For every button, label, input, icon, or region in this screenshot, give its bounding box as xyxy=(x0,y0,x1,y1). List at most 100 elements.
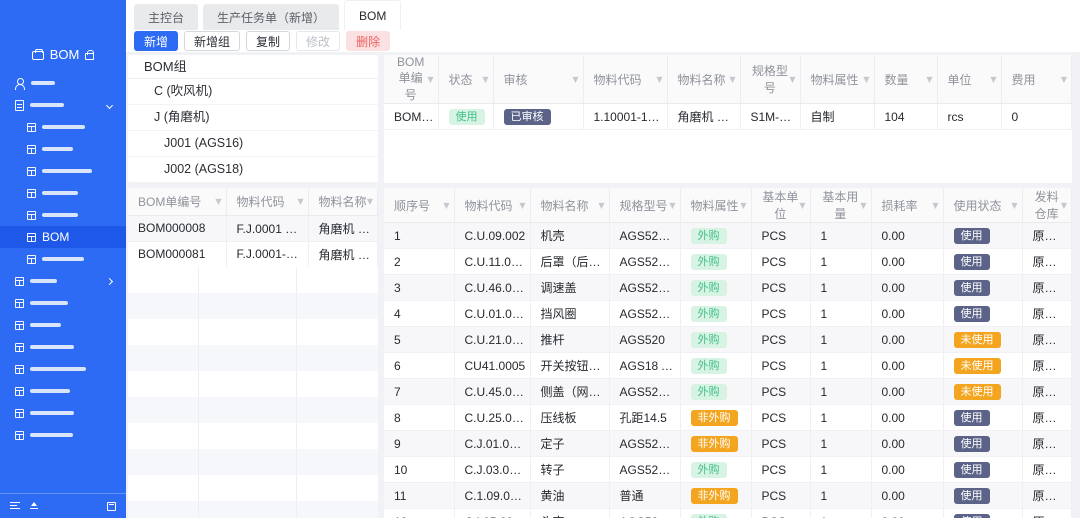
table-row[interactable]: 5 C.U.21.0005 推杆 AGS520 外购 PCS 1 0.00 未使… xyxy=(384,327,1072,353)
column-header[interactable]: BOM单编号 ▼ xyxy=(128,188,226,215)
sidebar-item[interactable] xyxy=(0,336,126,358)
filter-caret-icon[interactable]: ▼ xyxy=(1061,75,1067,84)
table-row[interactable]: BOM000081 使用 已审核 1.10001-1706-077-1 角磨机 … xyxy=(384,104,1072,130)
table-row[interactable]: 1 C.U.09.002 机壳 AGS520/DPS 外购 PCS 1 0.00… xyxy=(384,223,1072,249)
filter-caret-icon[interactable]: ▼ xyxy=(656,75,662,84)
sidebar-item[interactable] xyxy=(0,204,126,226)
table-row[interactable]: 10 C.J.03.0003 转子 AGS520-120V 外购 PCS 1 0… xyxy=(384,457,1072,483)
filter-caret-icon[interactable]: ▼ xyxy=(799,201,805,210)
filter-caret-icon[interactable]: ▼ xyxy=(926,75,932,84)
column-header[interactable]: 物料代码 ▼ xyxy=(583,55,667,104)
table-row[interactable]: 11 C.1.09.0001 黄油 普通 非外购 PCS 1 0.00 使用 原… xyxy=(384,483,1072,509)
sidebar-item[interactable] xyxy=(0,138,126,160)
collapse-menu-icon[interactable] xyxy=(10,502,20,510)
menu-icon xyxy=(15,431,24,440)
filter-caret-icon[interactable]: ▼ xyxy=(297,197,303,206)
filter-caret-icon[interactable]: ▼ xyxy=(427,75,433,84)
filter-caret-icon[interactable]: ▼ xyxy=(215,197,221,206)
filter-caret-icon[interactable]: ▼ xyxy=(860,201,866,210)
filter-caret-icon[interactable]: ▼ xyxy=(572,75,578,84)
table-row[interactable]: 6 CU41.0005 开关按钮（推杆） AGS18 AGS5 外购 PCS 1… xyxy=(384,353,1072,379)
table-row[interactable]: BOM000081 F.J.0001-1706-077-1 角磨机 AGS20 xyxy=(128,241,378,267)
bom-group-item[interactable]: J (角磨机) xyxy=(128,105,378,131)
column-header[interactable]: 审核 ▼ xyxy=(493,55,583,104)
filter-caret-icon[interactable]: ▼ xyxy=(519,201,525,210)
filter-caret-icon[interactable]: ▼ xyxy=(990,75,996,84)
sidebar-item[interactable] xyxy=(0,424,126,446)
sidebar-item[interactable] xyxy=(0,402,126,424)
filter-caret-icon[interactable]: ▼ xyxy=(740,201,746,210)
menu-icon xyxy=(15,299,24,308)
column-header[interactable]: 物料属性 ▼ xyxy=(680,188,751,223)
column-header[interactable]: 单位 ▼ xyxy=(937,55,1001,104)
filter-caret-icon[interactable]: ▼ xyxy=(669,201,675,210)
column-header[interactable]: 费用 ▼ xyxy=(1001,55,1072,104)
bom-group-item[interactable]: J002 (AGS18) xyxy=(128,157,378,183)
column-header[interactable]: 物料属性 ▼ xyxy=(800,55,874,104)
column-header[interactable]: 损耗率 ▼ xyxy=(871,188,943,223)
column-header[interactable]: 状态 ▼ xyxy=(438,55,493,104)
table-row[interactable]: 12 C.L05.0035 头壳 AGS520 521 外购 PCS 1 0.0… xyxy=(384,509,1072,518)
column-header[interactable]: 规格型号 ▼ xyxy=(609,188,680,223)
sidebar-item[interactable] xyxy=(0,314,126,336)
sidebar-item[interactable] xyxy=(0,248,126,270)
toolbar-button[interactable]: 复制 xyxy=(246,31,290,51)
column-header[interactable]: 数量 ▼ xyxy=(874,55,937,104)
filter-caret-icon[interactable]: ▼ xyxy=(367,197,373,206)
toolbar-button[interactable]: 新增组 xyxy=(184,31,240,51)
filter-caret-icon[interactable]: ▼ xyxy=(598,201,604,210)
sidebar-item[interactable] xyxy=(0,182,126,204)
table-row[interactable]: 9 C.J.01.0001 定子 AGS520-120V 非外购 PCS 1 0… xyxy=(384,431,1072,457)
status-badge: 使用 xyxy=(449,109,485,125)
table-row[interactable]: 3 C.U.46.0001 调速盖 AGS520 521 外购 PCS 1 0.… xyxy=(384,275,1072,301)
filter-caret-icon[interactable]: ▼ xyxy=(482,75,488,84)
page-tab[interactable]: 生产任务单（新增） xyxy=(203,4,339,30)
sidebar-item[interactable] xyxy=(0,160,126,182)
table-row[interactable]: 7 C.U.45.0013 侧盖（网盖） AGS520 521 外购 PCS 1… xyxy=(384,379,1072,405)
column-header[interactable]: 顺序号 ▼ xyxy=(384,188,454,223)
column-header[interactable]: 物料代码 ▼ xyxy=(454,188,530,223)
eject-icon[interactable] xyxy=(30,502,38,510)
toolbar-button[interactable]: 新增 xyxy=(134,31,178,51)
column-header[interactable]: 物料代码 ▼ xyxy=(226,188,308,215)
table-row[interactable]: 4 C.U.01.0023 挡风圈 AGS520 521 外购 PCS 1 0.… xyxy=(384,301,1072,327)
column-header[interactable]: 基本用量 ▼ xyxy=(810,188,871,223)
table-row[interactable]: BOM000008 F.J.0001 1707-095 宁... 角磨机 AGS… xyxy=(128,215,378,241)
sidebar-item[interactable] xyxy=(0,358,126,380)
sidebar-item[interactable] xyxy=(0,292,126,314)
sidebar-item[interactable] xyxy=(0,94,126,116)
table-row[interactable]: 2 C.U.11.0023 后罩（后手柄） AGS520 521 外购 PCS … xyxy=(384,249,1072,275)
filter-caret-icon[interactable]: ▼ xyxy=(443,201,449,210)
sidebar-item[interactable] xyxy=(0,116,126,138)
sidebar-item[interactable] xyxy=(0,380,126,402)
column-header[interactable]: 发料仓库 ▼ xyxy=(1022,188,1072,223)
bom-group-item[interactable]: J001 (AGS16) xyxy=(128,131,378,157)
tab-bar: 主控台 生产任务单（新增） BOM xyxy=(126,0,1080,30)
toolbar-button[interactable]: 修改 xyxy=(296,31,340,51)
column-header[interactable]: 物料名称 ▼ xyxy=(667,55,740,104)
sidebar-item[interactable] xyxy=(0,270,126,292)
redacted-menu-label xyxy=(42,257,84,261)
page-tab[interactable]: 主控台 xyxy=(134,4,198,30)
toolbar-button[interactable]: 删除 xyxy=(346,31,390,51)
redacted-menu-label xyxy=(30,103,64,107)
column-header[interactable]: 物料名称 ▼ xyxy=(308,188,378,215)
attribute-badge: 外购 xyxy=(691,384,727,400)
column-header[interactable]: 使用状态 ▼ xyxy=(943,188,1022,223)
column-header[interactable]: 物料名称 ▼ xyxy=(530,188,609,223)
filter-caret-icon[interactable]: ▼ xyxy=(729,75,735,84)
table-row[interactable]: 8 C.U.25.0002 压线板 孔距14.5 非外购 PCS 1 0.00 … xyxy=(384,405,1072,431)
filter-caret-icon[interactable]: ▼ xyxy=(789,75,795,84)
filter-caret-icon[interactable]: ▼ xyxy=(1061,201,1067,210)
filter-caret-icon[interactable]: ▼ xyxy=(1011,201,1017,210)
bom-group-item[interactable]: C (吹风机) xyxy=(128,79,378,105)
page-tab[interactable]: BOM xyxy=(344,0,401,30)
column-header[interactable]: 规格型号 ▼ xyxy=(740,55,800,104)
column-header[interactable]: BOM单编号 ▼ xyxy=(384,55,438,104)
column-header[interactable]: 基本单位 ▼ xyxy=(751,188,810,223)
sidebar-item[interactable] xyxy=(0,72,126,94)
filter-caret-icon[interactable]: ▼ xyxy=(932,201,938,210)
filter-caret-icon[interactable]: ▼ xyxy=(863,75,869,84)
sidebar-item[interactable]: BOM xyxy=(0,226,126,248)
fullscreen-icon[interactable] xyxy=(107,502,116,511)
